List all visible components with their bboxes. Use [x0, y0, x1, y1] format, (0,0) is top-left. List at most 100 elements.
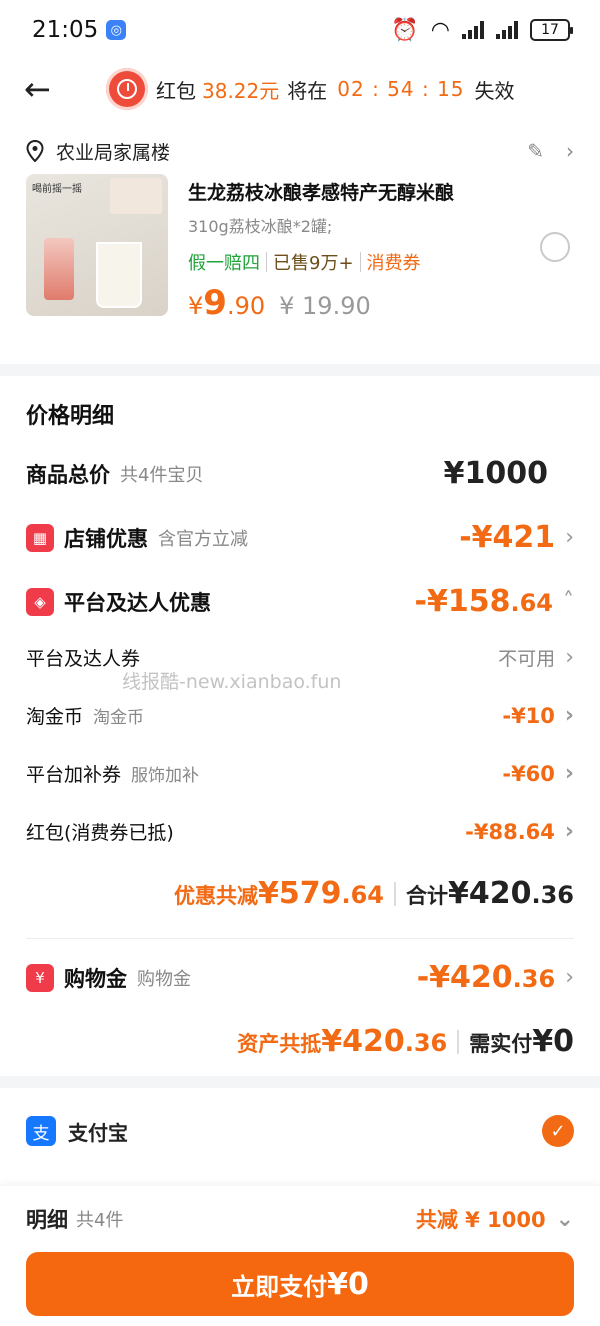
- alipay-icon: 支: [26, 1116, 56, 1146]
- redpacket-amount: 38.22元: [202, 78, 280, 103]
- battery-icon: 17: [530, 19, 573, 41]
- detail-toggle-label: 明细: [26, 1208, 68, 1232]
- pay-now-button[interactable]: 立即支付 ¥0: [26, 1252, 574, 1316]
- chevron-right-icon: ›: [565, 525, 574, 550]
- tag-sold: 已售9万+: [273, 253, 354, 274]
- top-bar: ← 红包 38.22元 将在 02 : 54 : 15 失效: [0, 60, 600, 118]
- bottom-summary[interactable]: 明细 共4件 共减 ¥ 1000 ⌄: [26, 1186, 574, 1252]
- sum-label: 合计: [405, 884, 448, 908]
- select-radio[interactable]: [540, 232, 570, 262]
- chevron-up-icon: ˄: [563, 589, 574, 614]
- gold-coin-row[interactable]: 淘金币 淘金币 -¥10 ›: [26, 702, 574, 729]
- shop-discount-value: -¥421: [459, 520, 556, 555]
- order-card: 农业局家属楼 ✎ › 喝前摇一摇 生龙荔枝冰酿孝感特产无醇米酿 310g荔枝冰酿…: [0, 118, 600, 364]
- gold-coin-sub: 淘金币: [93, 708, 145, 728]
- goods-total-label: 商品总价: [26, 462, 110, 487]
- tag-coupon: 消费券: [366, 253, 421, 274]
- discount-total-value: ¥579.64: [257, 876, 384, 911]
- chevron-right-icon[interactable]: ›: [566, 139, 574, 163]
- asset-summary: 资产共抵 ¥420.36 需实付 ¥0: [237, 1024, 574, 1059]
- product-item[interactable]: 喝前摇一摇 生龙荔枝冰酿孝感特产无醇米酿 310g荔枝冰酿*2罐; 假一赔四 已…: [26, 174, 574, 323]
- discount-summary: 优惠共减 ¥579.64 合计 ¥420.36: [174, 876, 574, 911]
- image-glass: [98, 244, 140, 306]
- shop-icon: ▦: [26, 523, 54, 552]
- goods-total-row: 商品总价 共4件宝贝 ¥1000: [26, 456, 574, 491]
- chevron-right-icon: ›: [564, 703, 574, 728]
- coupon-value: 不可用: [498, 648, 556, 670]
- expire-label: 失效: [474, 78, 515, 103]
- image-caption: 喝前摇一摇: [32, 184, 82, 195]
- shop-discount-row[interactable]: ▦ 店铺优惠 含官方立减 -¥421 ›: [26, 520, 574, 555]
- status-icons: ⏰ ◠ 17: [391, 17, 573, 43]
- platform-discount-label: 平台及达人优惠: [64, 590, 211, 615]
- alarm-icon: ⏰: [391, 17, 419, 43]
- shopping-gold-value: -¥420.36: [416, 960, 556, 995]
- payment-option-alipay[interactable]: 支 支付宝 ✓: [26, 1088, 574, 1174]
- redpacket-label: 红包: [156, 78, 196, 103]
- payment-name: 支付宝: [68, 1120, 128, 1145]
- tag-guarantee: 假一赔四: [188, 253, 260, 274]
- chevron-right-icon: ›: [565, 965, 574, 990]
- redpacket-countdown: 红包 38.22元 将在 02 : 54 : 15 失效: [106, 68, 515, 110]
- status-time: 21:05: [32, 17, 99, 43]
- chevron-double-down-icon: ⌄: [555, 1206, 574, 1232]
- shop-discount-label: 店铺优惠: [64, 526, 148, 551]
- addon-coupon-label: 平台加补券: [26, 764, 122, 786]
- total-discount: 共减 ¥ 1000: [415, 1208, 546, 1232]
- alarm-clock-icon: [106, 68, 148, 110]
- item-count: 共4件: [76, 1210, 124, 1231]
- countdown-timer: 02 : 54 : 15: [337, 77, 465, 101]
- sum-value: ¥420.36: [447, 876, 574, 911]
- shopping-gold-row[interactable]: ¥ 购物金 购物金 -¥420.36 ›: [26, 960, 574, 995]
- tag-icon: ◈: [26, 587, 54, 616]
- location-pin-icon: [26, 140, 44, 162]
- asset-total-value: ¥420.36: [321, 1024, 448, 1059]
- addon-coupon-row[interactable]: 平台加补券 服饰加补 -¥60 ›: [26, 760, 574, 787]
- check-icon[interactable]: ✓: [542, 1115, 574, 1147]
- price-detail: 价格明细 商品总价 共4件宝贝 ¥1000 ▦ 店铺优惠 含官方立减 -¥421…: [0, 376, 600, 1076]
- goods-total-value: ¥1000: [443, 456, 548, 491]
- platform-discount-row[interactable]: ◈ 平台及达人优惠 -¥158.64 ˄: [26, 584, 574, 619]
- address-row[interactable]: 农业局家属楼 ✎ ›: [26, 136, 574, 166]
- watermark: 线报酷-new.xianbao.fun: [122, 671, 342, 693]
- chevron-right-icon: ›: [564, 819, 574, 844]
- need-pay-label: 需实付: [469, 1032, 533, 1056]
- product-info: 生龙荔枝冰酿孝感特产无醇米酿 310g荔枝冰酿*2罐; 假一赔四 已售9万+ 消…: [188, 174, 574, 323]
- address-text: 农业局家属楼: [56, 141, 171, 164]
- price-current: ¥9.90: [188, 283, 266, 323]
- pay-button-amount: ¥0: [327, 1266, 369, 1302]
- discount-total-label: 优惠共减: [173, 884, 258, 908]
- chevron-right-icon: ›: [564, 761, 574, 786]
- product-spec: 310g荔枝冰酿*2罐;: [188, 217, 333, 236]
- product-tags: 假一赔四 已售9万+ 消费券: [188, 249, 574, 275]
- addon-coupon-value: -¥60: [502, 761, 555, 786]
- image-box: [110, 178, 162, 214]
- goods-total-sub: 共4件宝贝: [120, 464, 204, 486]
- gold-coin-value: -¥10: [502, 703, 555, 728]
- chevron-right-icon: ›: [565, 645, 574, 670]
- hongbao-value: -¥88.64: [465, 819, 555, 844]
- back-arrow-icon[interactable]: ←: [24, 70, 64, 108]
- need-pay-value: ¥0: [532, 1024, 574, 1059]
- shopping-gold-label: 购物金: [64, 966, 127, 991]
- globe-icon: ◎: [106, 20, 127, 40]
- shopping-gold-sub: 购物金: [137, 968, 191, 990]
- wifi-icon: ◠: [430, 17, 450, 43]
- signal-icon-2: [496, 21, 518, 39]
- platform-discount-value: -¥158.64: [414, 584, 553, 619]
- product-image: 喝前摇一摇: [26, 174, 168, 316]
- asset-total-label: 资产共抵: [237, 1032, 322, 1056]
- shop-discount-sub: 含官方立减: [158, 528, 248, 550]
- addon-coupon-sub: 服饰加补: [131, 766, 200, 786]
- status-bar: 21:05 ◎ ⏰ ◠ 17: [0, 0, 600, 60]
- hongbao-label: 红包(消费券已抵): [26, 822, 174, 844]
- hongbao-row[interactable]: 红包(消费券已抵) -¥88.64 ›: [26, 818, 574, 845]
- signal-icon: [462, 21, 484, 39]
- product-prices: ¥9.90 ¥ 19.90: [188, 283, 574, 323]
- battery-level: 17: [541, 22, 559, 38]
- payment-section: 支 支付宝 ✓: [0, 1088, 600, 1188]
- shopping-gold-icon: ¥: [26, 963, 54, 992]
- edit-pencil-icon[interactable]: ✎: [527, 139, 544, 163]
- will-label: 将在: [287, 78, 328, 103]
- pay-button-label: 立即支付: [231, 1272, 328, 1301]
